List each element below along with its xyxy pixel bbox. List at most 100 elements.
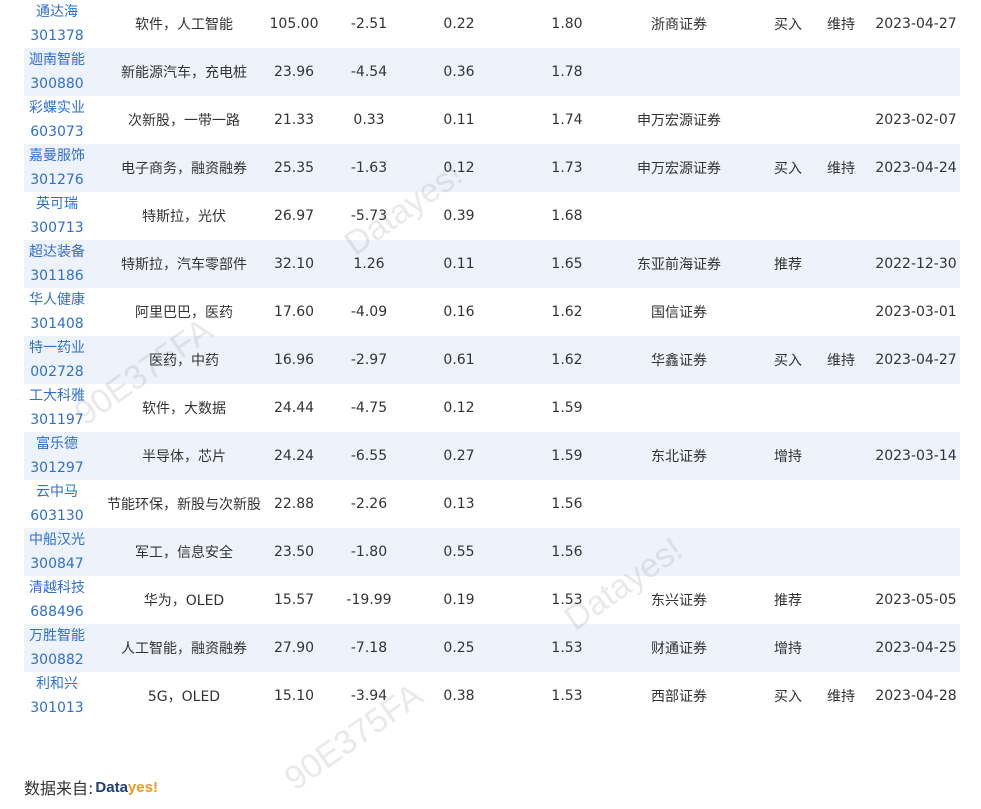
value-cell: 1.62 — [551, 304, 583, 320]
value-cell: 0.16 — [443, 304, 475, 320]
table-row: 英可瑞 300713 特斯拉，光伏 26.97 -5.73 0.39 1.68 — [24, 192, 960, 240]
stock-name-link[interactable]: 利和兴 — [36, 672, 78, 696]
stock-code-link[interactable]: 301378 — [30, 24, 83, 48]
rating-cell — [766, 48, 810, 96]
concept-cell: 软件，人工智能 — [135, 17, 233, 33]
rating-change-cell — [819, 288, 863, 336]
stock-name-link[interactable]: 富乐德 — [36, 432, 78, 456]
stock-code-link[interactable]: 603073 — [30, 120, 83, 144]
stock-name-link[interactable]: 清越科技 — [29, 576, 85, 600]
stock-name-link[interactable]: 嘉曼服饰 — [29, 144, 85, 168]
stock-name-cell: 清越科技 688496 — [24, 576, 90, 624]
stock-code-link[interactable]: 301197 — [30, 408, 83, 432]
value-cell: 1.68 — [551, 208, 583, 224]
rating-change-cell: 维持 — [827, 689, 855, 705]
price-cell: 25.35 — [273, 160, 315, 176]
datayes-logo[interactable]: Data yes! — [95, 779, 158, 796]
stock-name-cell: 迦南智能 300880 — [24, 48, 90, 96]
stock-name-link[interactable]: 超达装备 — [29, 240, 85, 264]
concept-cell: 特斯拉，汽车零部件 — [121, 257, 247, 273]
price-cell: 23.50 — [273, 544, 315, 560]
stock-code-link[interactable]: 301408 — [30, 312, 83, 336]
stock-code-link[interactable]: 688496 — [30, 600, 83, 624]
table-row: 超达装备 301186 特斯拉，汽车零部件 32.10 1.26 0.11 1.65 东亚前海… — [24, 240, 960, 288]
stock-name-cell: 彩蝶实业 603073 — [24, 96, 90, 144]
stock-name-link[interactable]: 工大科雅 — [29, 384, 85, 408]
table-row: 云中马 603130 节能环保，新股与次新股 22.88 -2.26 0.13 1.56 — [24, 480, 960, 528]
rating-cell — [766, 192, 810, 240]
stock-name-cell: 通达海 301378 — [24, 0, 90, 48]
value-cell: 0.55 — [443, 544, 475, 560]
value-cell: 1.56 — [551, 496, 583, 512]
price-cell: 23.96 — [273, 64, 315, 80]
stock-name-link[interactable]: 万胜智能 — [29, 624, 85, 648]
stock-name-link[interactable]: 通达海 — [36, 0, 78, 24]
stock-code-link[interactable]: 300880 — [30, 72, 83, 96]
value-cell: 0.27 — [443, 448, 475, 464]
broker-cell: 东北证券 — [651, 449, 707, 465]
rating-cell: 买入 — [774, 689, 802, 705]
price-cell: 16.96 — [273, 352, 315, 368]
stock-name-link[interactable]: 云中马 — [36, 480, 78, 504]
rating-cell — [766, 96, 810, 144]
value-cell: 1.73 — [551, 160, 583, 176]
rating-change-cell: 维持 — [827, 161, 855, 177]
table-row: 嘉曼服饰 301276 电子商务，融资融券 25.35 -1.63 0.12 1.73 申万宏… — [24, 144, 960, 192]
stock-name-link[interactable]: 特一药业 — [29, 336, 85, 360]
stock-code-link[interactable]: 301186 — [30, 264, 83, 288]
value-cell: 0.13 — [443, 496, 475, 512]
stock-name-cell: 英可瑞 300713 — [24, 192, 90, 240]
value-cell: 1.59 — [551, 400, 583, 416]
logo-part-yes: yes! — [127, 778, 158, 796]
value-cell: 1.78 — [551, 64, 583, 80]
stock-code-link[interactable]: 301276 — [30, 168, 83, 192]
change-pct-cell: -4.75 — [350, 400, 388, 416]
stock-code-link[interactable]: 002728 — [30, 360, 83, 384]
rating-change-cell — [819, 48, 863, 96]
date-cell: 2023-03-14 — [875, 448, 957, 464]
broker-cell: 财通证券 — [651, 641, 707, 657]
value-cell: 0.61 — [443, 352, 475, 368]
broker-cell — [614, 384, 744, 432]
broker-cell: 国信证券 — [651, 305, 707, 321]
table-row: 特一药业 002728 医药，中药 16.96 -2.97 0.61 1.62 华鑫证券 买入 维… — [24, 336, 960, 384]
broker-cell — [614, 192, 744, 240]
stock-name-link[interactable]: 迦南智能 — [29, 48, 85, 72]
stock-code-link[interactable]: 300713 — [30, 216, 83, 240]
rating-change-cell — [819, 192, 863, 240]
stock-table: 通达海 301378 软件，人工智能 105.00 -2.51 0.22 1.80 浙商证券买… — [24, 0, 960, 720]
broker-cell: 申万宏源证券 — [637, 113, 721, 129]
stock-name-cell: 云中马 603130 — [24, 480, 90, 528]
logo-part-data: Data — [95, 778, 128, 796]
date-cell: 2023-05-05 — [875, 592, 957, 608]
value-cell: 1.56 — [551, 544, 583, 560]
stock-name-link[interactable]: 中船汉光 — [29, 528, 85, 552]
rating-change-cell — [819, 432, 863, 480]
rating-cell: 推荐 — [774, 257, 802, 273]
broker-cell — [614, 480, 744, 528]
stock-code-link[interactable]: 300847 — [30, 552, 83, 576]
stock-name-link[interactable]: 彩蝶实业 — [29, 96, 85, 120]
date-cell: 2023-04-27 — [875, 16, 957, 32]
concept-cell: 军工，信息安全 — [135, 545, 233, 561]
stock-code-link[interactable]: 603130 — [30, 504, 83, 528]
concept-cell: 阿里巴巴，医药 — [135, 305, 233, 321]
stock-name-cell: 万胜智能 300882 — [24, 624, 90, 672]
broker-cell — [614, 48, 744, 96]
stock-name-cell: 华人健康 301408 — [24, 288, 90, 336]
date-cell: 2023-04-27 — [875, 352, 957, 368]
value-cell: 1.53 — [551, 640, 583, 656]
stock-code-link[interactable]: 301297 — [30, 456, 83, 480]
value-cell: 1.53 — [551, 688, 583, 704]
value-cell: 0.22 — [443, 16, 475, 32]
price-cell: 15.57 — [273, 592, 315, 608]
rating-change-cell — [819, 96, 863, 144]
stock-code-link[interactable]: 301013 — [30, 696, 83, 720]
stock-name-link[interactable]: 华人健康 — [29, 288, 85, 312]
stock-code-link[interactable]: 300882 — [30, 648, 83, 672]
rating-cell: 推荐 — [774, 593, 802, 609]
stock-name-link[interactable]: 英可瑞 — [36, 192, 78, 216]
rating-cell: 买入 — [774, 161, 802, 177]
rating-cell — [766, 384, 810, 432]
rating-change-cell: 维持 — [827, 353, 855, 369]
